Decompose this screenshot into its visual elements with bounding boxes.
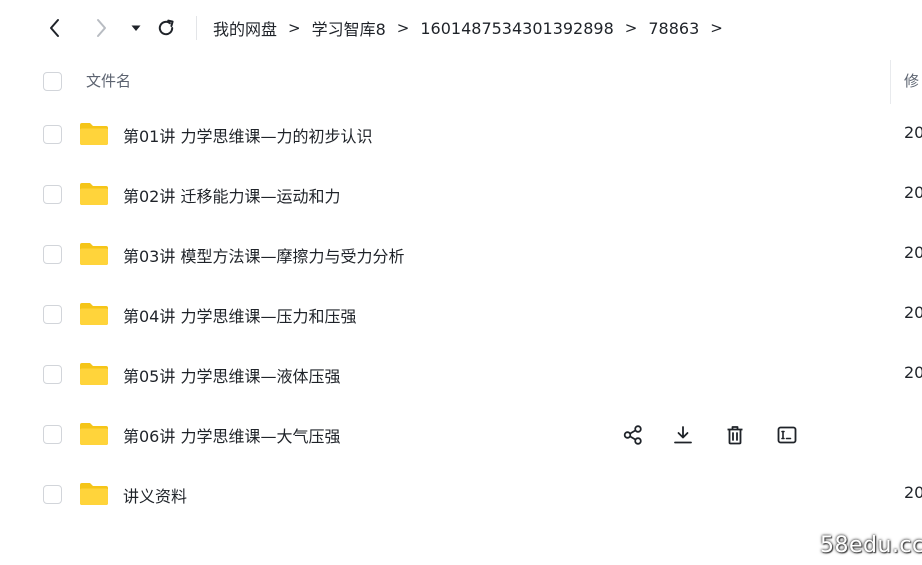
breadcrumb-separator: > [710,19,723,37]
rename-button[interactable] [774,422,800,448]
file-modified: 20 [904,123,922,142]
row-checkbox[interactable] [43,485,62,504]
chevron-left-icon [50,19,59,37]
breadcrumb: 我的网盘 > 学习智库8 > 1601487534301392898 > 788… [213,16,734,40]
forward-button[interactable] [87,14,115,42]
row-checkbox[interactable] [43,125,62,144]
file-name[interactable]: 第03讲 模型方法课—摩擦力与受力分析 [123,243,404,267]
file-name[interactable]: 讲义资料 [123,483,187,507]
folder-icon [80,303,108,325]
column-header-name[interactable]: 文件名 [86,70,131,91]
breadcrumb-separator: > [624,19,638,37]
history-dropdown-button[interactable] [122,14,150,42]
breadcrumb-separator: > [396,19,410,37]
file-row[interactable]: 讲义资料 20 [0,465,922,525]
file-name[interactable]: 第01讲 力学思维课—力的初步认识 [123,123,372,147]
folder-icon [80,123,108,145]
file-modified: 20 [904,243,922,262]
delete-icon [727,426,743,445]
caret-down-icon [131,25,141,31]
file-row-hovered[interactable]: 第06讲 力学思维课—大气压强 [0,405,922,465]
column-divider[interactable] [890,60,891,104]
rename-icon [777,426,797,444]
row-checkbox[interactable] [43,425,62,444]
file-name[interactable]: 第04讲 力学思维课—压力和压强 [123,303,356,327]
file-name[interactable]: 第05讲 力学思维课—液体压强 [123,363,340,387]
row-checkbox[interactable] [43,245,62,264]
chevron-right-icon [97,19,106,37]
refresh-button[interactable] [152,14,180,42]
row-checkbox[interactable] [43,185,62,204]
download-button[interactable] [670,422,696,448]
file-row[interactable]: 第03讲 模型方法课—摩擦力与受力分析 20 [0,225,922,285]
watermark: 58edu.cc [820,533,922,558]
breadcrumb-item-root[interactable]: 我的网盘 [213,16,277,40]
row-checkbox[interactable] [43,305,62,324]
file-row[interactable]: 第05讲 力学思维课—液体压强 20 [0,345,922,405]
folder-icon [80,363,108,385]
share-icon [623,425,642,445]
download-icon [674,426,692,444]
breadcrumb-item-current[interactable]: 78863 [648,19,699,38]
file-row[interactable]: 第02讲 迁移能力课—运动和力 20 [0,165,922,225]
breadcrumb-item-id[interactable]: 1601487534301392898 [420,19,613,38]
folder-icon [80,183,108,205]
file-modified: 20 [904,303,922,322]
file-name[interactable]: 第06讲 力学思维课—大气压强 [123,423,340,447]
file-row[interactable]: 第01讲 力学思维课—力的初步认识 20 [0,105,922,165]
back-button[interactable] [41,14,69,42]
file-modified: 20 [904,483,922,502]
breadcrumb-item-library[interactable]: 学习智库8 [312,16,386,40]
refresh-icon [158,19,174,36]
delete-button[interactable] [722,422,748,448]
toolbar-divider [196,16,197,40]
share-button[interactable] [620,422,646,448]
file-name[interactable]: 第02讲 迁移能力课—运动和力 [123,183,340,207]
file-row[interactable]: 第04讲 力学思维课—压力和压强 20 [0,285,922,345]
file-list-header: 文件名 修 [0,58,922,104]
select-all-checkbox[interactable] [43,72,62,91]
folder-icon [80,423,108,445]
folder-icon [80,243,108,265]
folder-icon [80,483,108,505]
toolbar: 我的网盘 > 学习智库8 > 1601487534301392898 > 788… [0,0,922,58]
file-list: 第01讲 力学思维课—力的初步认识 20 第02讲 迁移能力课—运动和力 20 … [0,105,922,525]
file-modified: 20 [904,183,922,202]
breadcrumb-separator: > [288,19,301,37]
file-modified: 20 [904,363,922,382]
column-header-modified[interactable]: 修 [904,70,919,91]
row-checkbox[interactable] [43,365,62,384]
